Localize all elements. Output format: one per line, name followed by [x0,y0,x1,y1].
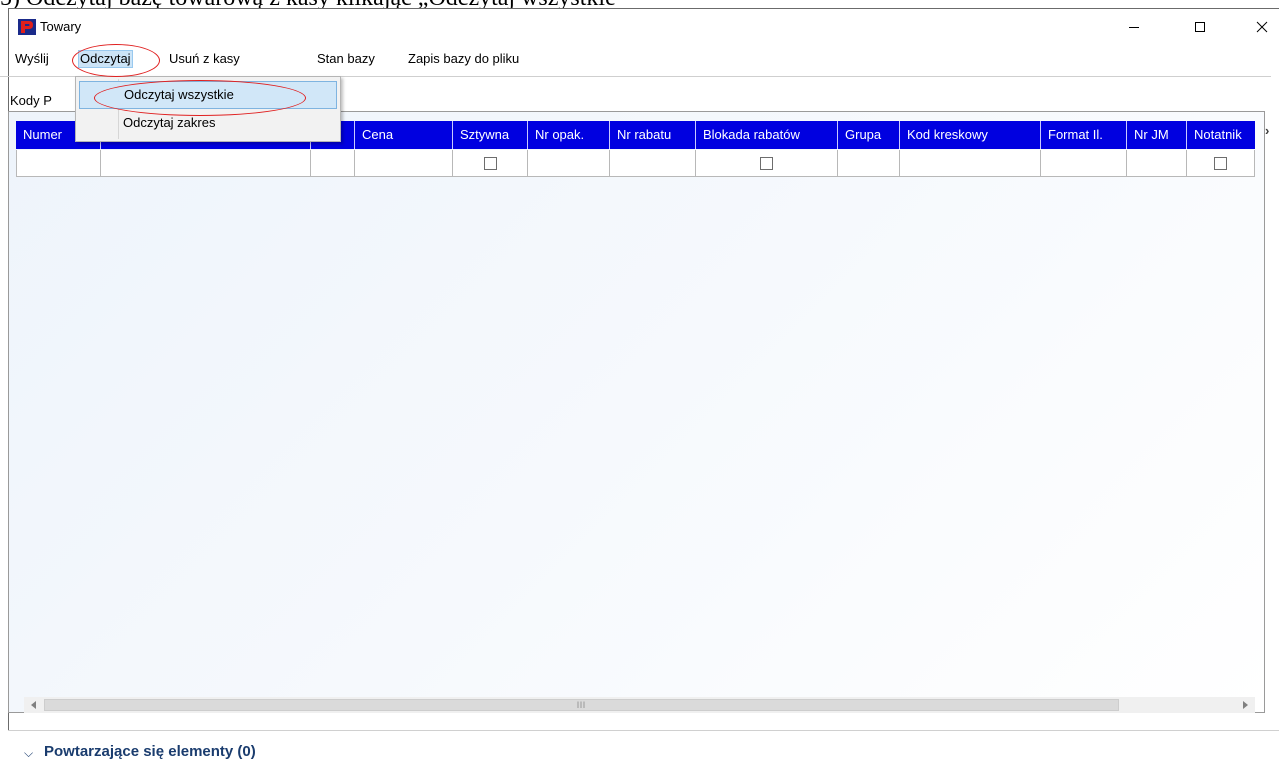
column-header-nr-jm[interactable]: Nr JM [1127,121,1187,149]
chevron-down-icon[interactable]: ⌵ [24,746,33,761]
column-header-sztywna[interactable]: Sztywna [453,121,528,149]
minimize-button[interactable] [1112,9,1156,45]
window-title: Towary [40,19,82,34]
cell-nr-jm[interactable] [1127,150,1187,176]
scroll-left-button[interactable] [24,697,44,713]
chevron-right-icon[interactable]: › [1265,124,1275,138]
cell-notatnik[interactable] [1187,150,1255,176]
footer-panel: ⌵ Powtarzające się elementy (0) [8,730,1279,773]
column-header-cena[interactable]: Cena [355,121,453,149]
cell-format[interactable] [1041,150,1127,176]
maximize-icon [1195,22,1205,32]
menu-bar: Wyślij Odczytaj Usuń z kasy Stan bazy Za… [9,47,1279,71]
cell-grupa[interactable] [838,150,900,176]
scroll-thumb[interactable]: lll [44,699,1119,711]
scroll-thumb-grip: lll [577,700,586,710]
menu-item-label: Odczytaj wszystkie [124,87,234,102]
menu-item-label: Odczytaj zakres [123,115,216,130]
tab-kody[interactable]: Kody P [10,93,52,109]
scroll-right-button[interactable] [1235,697,1255,713]
cell-blokada-rabatow[interactable] [696,150,838,176]
column-header-nr-rabatu[interactable]: Nr rabatu [610,121,696,149]
triangle-left-icon [31,701,36,709]
notatnik-checkbox[interactable] [1214,156,1227,170]
minimize-icon [1129,27,1139,28]
column-header-kod-kreskowy[interactable]: Kod kreskowy [900,121,1041,149]
cell-nr-opak[interactable] [528,150,610,176]
close-button[interactable] [1240,9,1279,45]
cell-kod-kreskowy[interactable] [900,150,1041,176]
menu-usun-z-kasy[interactable]: Usuń z kasy [167,51,242,67]
menu-zapis-bazy[interactable]: Zapis bazy do pliku [406,51,521,67]
odczytaj-dropdown-menu: Odczytaj wszystkie Odczytaj zakres [75,76,341,142]
column-header-grupa[interactable]: Grupa [838,121,900,149]
column-header-notatnik[interactable]: Notatnik [1187,121,1255,149]
horizontal-scrollbar[interactable]: lll [24,697,1255,713]
column-header-blokada-rabatow[interactable]: Blokada rabatów [696,121,838,149]
menu-wyslij[interactable]: Wyślij [13,51,51,67]
repeated-elements-toggle[interactable]: Powtarzające się elementy (0) [44,743,256,761]
menu-odczytaj[interactable]: Odczytaj [78,50,133,68]
column-header-format[interactable]: Format Il. [1041,121,1127,149]
cell-nr-rabatu[interactable] [610,150,696,176]
app-logo-icon [18,19,36,35]
menu-item-odczytaj-zakres[interactable]: Odczytaj zakres [79,110,337,138]
table-area [8,111,1265,713]
cell-vat[interactable] [311,150,355,176]
menu-item-odczytaj-wszystkie[interactable]: Odczytaj wszystkie [79,81,337,109]
maximize-button[interactable] [1178,9,1222,45]
cell-sztywna[interactable] [453,150,528,176]
close-icon [1256,21,1268,33]
triangle-right-icon [1243,701,1248,709]
cell-numer[interactable] [16,150,101,176]
column-header-nr-opak[interactable]: Nr opak. [528,121,610,149]
menu-stan-bazy[interactable]: Stan bazy [315,51,377,67]
cell-nazwa[interactable] [101,150,311,176]
blokada-rabatow-checkbox[interactable] [760,156,773,170]
title-bar: Towary [9,9,1279,45]
sztywna-checkbox[interactable] [483,156,497,170]
table-row[interactable] [16,150,1255,177]
cell-cena[interactable] [355,150,453,176]
